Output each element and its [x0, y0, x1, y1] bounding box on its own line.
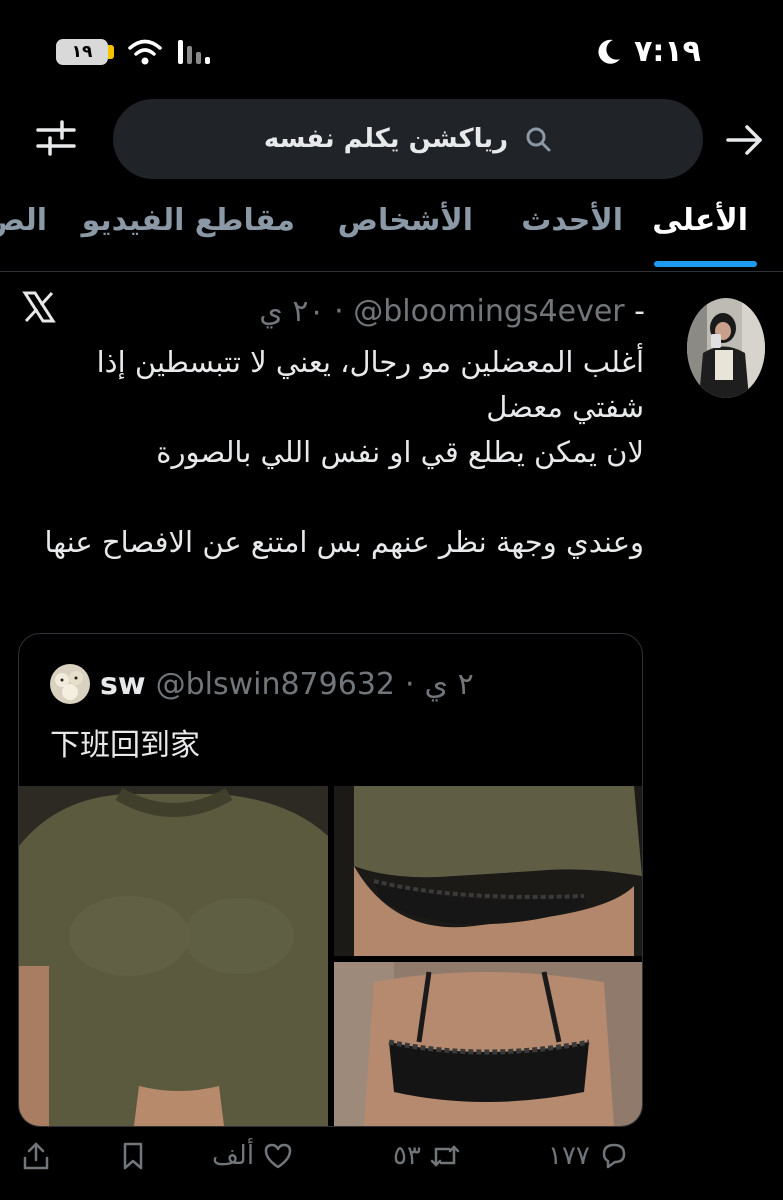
search-tabs: الأعلى الأحدث الأشخاص مقاطع الفيديو الص	[0, 195, 783, 271]
tweet-header: - bloomings4ever@ · ٢٠ ي	[250, 294, 645, 334]
signal-icon	[178, 40, 210, 64]
quote-photo-1[interactable]	[19, 786, 328, 1126]
back-arrow-icon[interactable]	[724, 120, 764, 160]
quote-photo-2[interactable]	[334, 786, 642, 956]
tweet-line-gap	[18, 475, 644, 520]
tweet-time: ٢٠ ي	[259, 294, 325, 329]
quote-header: sw @blswin879632 · ٢ ي	[50, 664, 474, 704]
status-left: ١٩	[56, 38, 216, 66]
share-icon	[23, 1142, 49, 1170]
search-query: رياكشن يكلم نفسه	[263, 124, 509, 154]
reply-button[interactable]: ١٧٧	[548, 1140, 630, 1172]
share-button[interactable]	[20, 1140, 52, 1172]
tweet-line: لان يمكن يطلع قي او نفس اللي بالصورة	[156, 435, 644, 469]
tweet-line: أغلب المعضلين مو رجال، يعني لا تتبسطين إ…	[96, 345, 644, 424]
retweet-count: ٥٣	[393, 1141, 421, 1171]
heart-icon	[264, 1143, 292, 1169]
filter-icon[interactable]	[36, 118, 76, 158]
retweet-button[interactable]: ٥٣	[393, 1140, 461, 1172]
quote-text: 下班回到家	[50, 728, 200, 763]
tweet-handle[interactable]: bloomings4ever@	[353, 294, 624, 329]
bookmark-icon	[123, 1142, 143, 1170]
tweet-dash: -	[634, 294, 645, 329]
quote-name[interactable]: sw	[100, 667, 146, 702]
like-count: ألف	[212, 1141, 255, 1171]
search-icon	[526, 127, 551, 152]
avatar[interactable]	[687, 298, 765, 398]
quote-separator: ·	[405, 666, 415, 702]
moon-icon	[598, 39, 621, 64]
tweet-separator: ·	[334, 294, 344, 329]
tab-people[interactable]: الأشخاص	[338, 203, 473, 238]
tab-latest[interactable]: الأحدث	[521, 203, 623, 238]
quote-handle[interactable]: @blswin879632	[156, 667, 395, 702]
like-button[interactable]: ألف	[212, 1140, 294, 1172]
tab-videos[interactable]: مقاطع الفيديو	[82, 203, 295, 238]
tweet-text: أغلب المعضلين مو رجال، يعني لا تتبسطين إ…	[18, 340, 644, 565]
quoted-tweet[interactable]: sw @blswin879632 · ٢ ي 下班回到家	[18, 633, 643, 1127]
clock: ٧:١٩	[634, 34, 701, 69]
active-tab-indicator	[654, 261, 757, 267]
quote-avatar[interactable]	[50, 664, 90, 704]
status-bar: ١٩ ٧:١٩	[0, 0, 783, 100]
x-logo-icon[interactable]	[22, 290, 56, 324]
reply-count: ١٧٧	[548, 1141, 590, 1171]
search-bar[interactable]: رياكشن يكلم نفسه	[113, 99, 703, 179]
tab-top[interactable]: الأعلى	[652, 203, 748, 238]
wifi-icon	[128, 39, 162, 65]
quote-photo-3[interactable]	[334, 962, 642, 1126]
bookmark-button[interactable]	[117, 1140, 149, 1172]
battery-level: ١٩	[71, 42, 93, 62]
divider	[0, 271, 783, 272]
retweet-icon	[430, 1145, 460, 1167]
reply-icon	[602, 1143, 626, 1169]
quote-time: ٢ ي	[424, 666, 474, 702]
tweet-actions: ١٧٧ ٥٣ ألف	[0, 1140, 783, 1190]
tab-photos[interactable]: الص	[0, 203, 47, 238]
battery-icon: ١٩	[56, 39, 114, 65]
status-right: ٧:١٩	[596, 34, 701, 69]
tweet-line: وعندي وجهة نظر عنهم بس امتنع عن الافصاح …	[44, 525, 644, 559]
